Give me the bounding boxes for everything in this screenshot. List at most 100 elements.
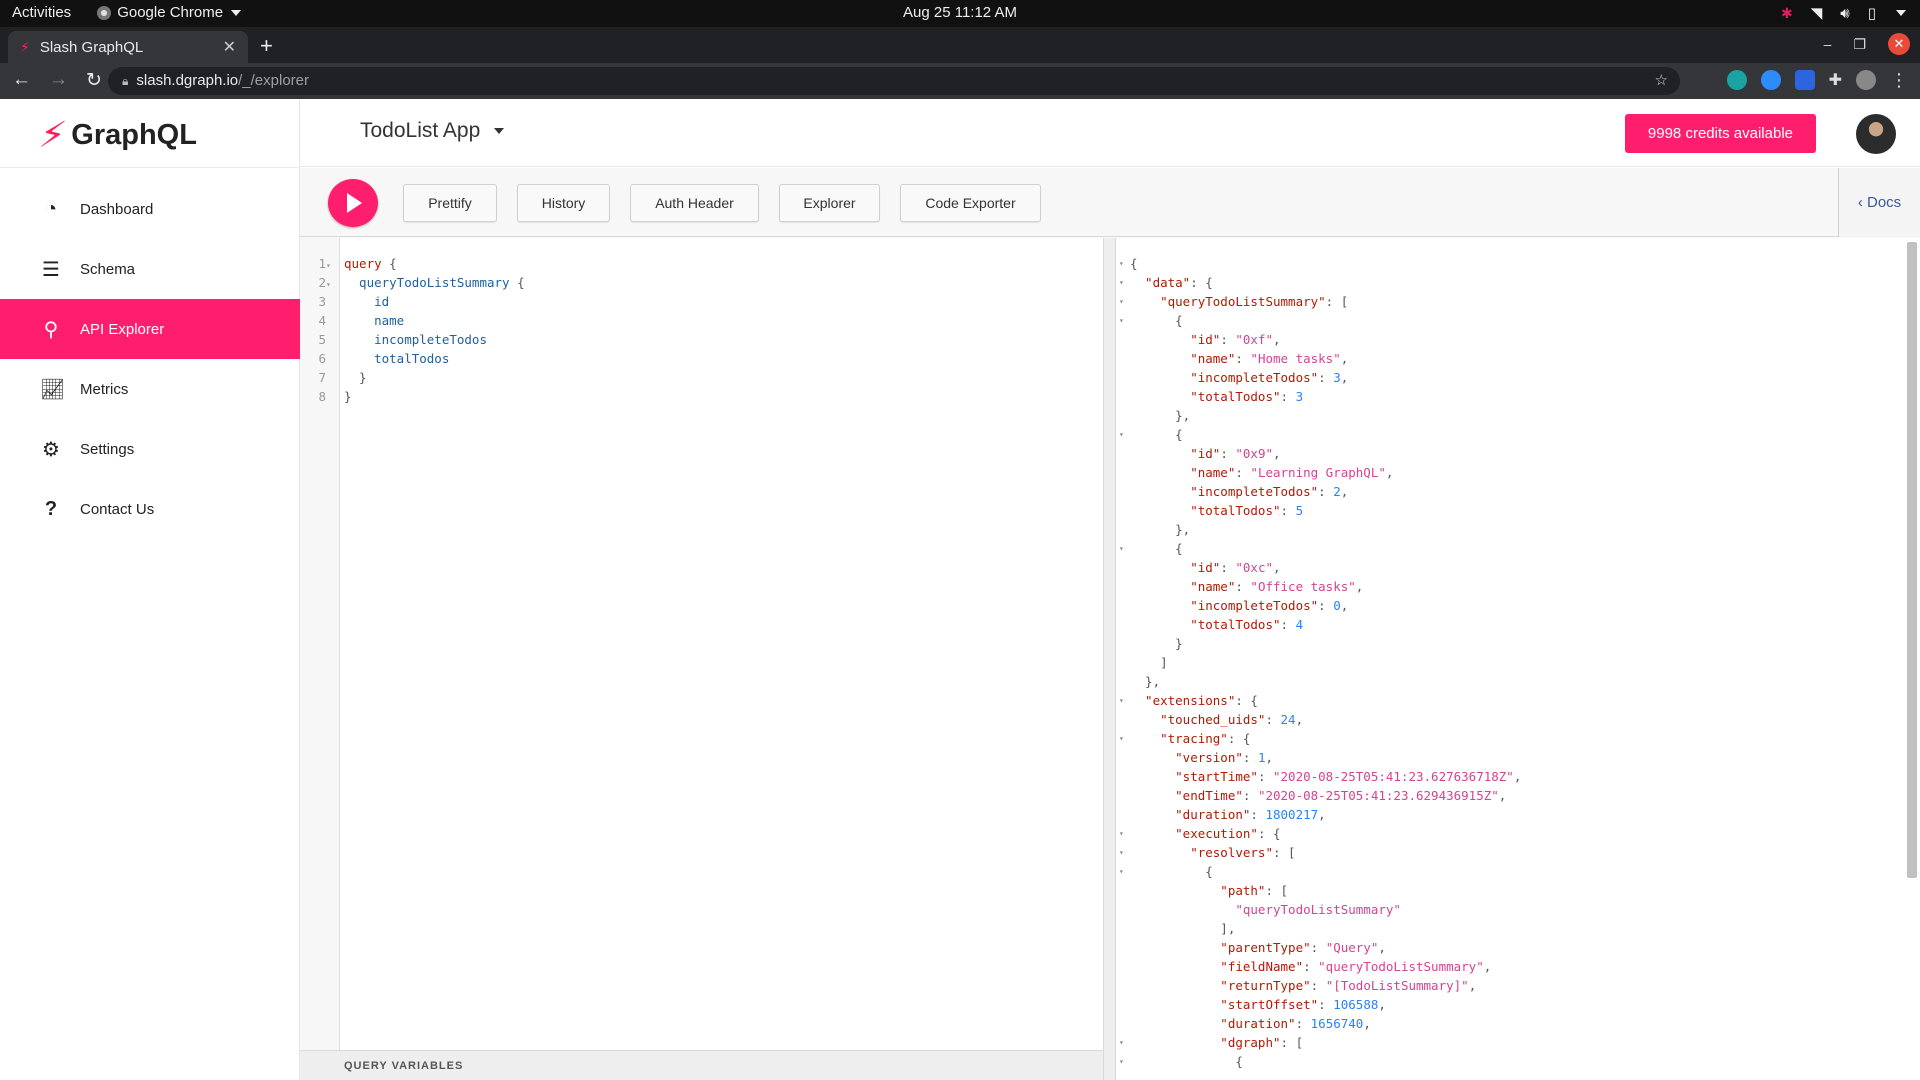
fold-arrow-icon[interactable]: ▾ <box>1119 292 1124 311</box>
result-text: "id": "0x9", <box>1130 446 1281 461</box>
auth-header-button[interactable]: Auth Header <box>630 184 759 222</box>
zoom-extension-icon[interactable] <box>1794 70 1815 90</box>
sidebar-item-contact-us[interactable]: ? Contact Us <box>0 479 300 539</box>
fold-arrow-icon[interactable]: ▾ <box>1119 254 1124 273</box>
code-exporter-button[interactable]: Code Exporter <box>900 184 1041 222</box>
result-text: "startOffset": 106588, <box>1130 997 1386 1012</box>
browser-tab[interactable]: ⚡ Slash GraphQL ✕ <box>8 31 248 63</box>
line-number: 3 <box>318 294 326 309</box>
lock-icon[interactable]: 🔒︎ <box>122 74 128 88</box>
restore-icon[interactable]: ❐ <box>1853 36 1866 53</box>
result-text: "endTime": "2020-08-25T05:41:23.62943691… <box>1130 788 1507 803</box>
forward-icon[interactable]: → <box>49 69 68 92</box>
result-text: { <box>1130 864 1213 879</box>
chevron-left-icon: ‹ <box>1857 194 1867 211</box>
result-text: "name": "Home tasks", <box>1130 351 1349 366</box>
result-text: "duration": 1800217, <box>1130 807 1326 822</box>
explorer-button[interactable]: Explorer <box>779 184 880 222</box>
extension-icon[interactable] <box>1760 70 1781 90</box>
result-text: } <box>1130 636 1183 651</box>
result-scrollbar[interactable] <box>1907 242 1917 878</box>
fold-arrow-icon[interactable]: ▾ <box>1119 691 1124 710</box>
volume-icon[interactable]: 🔊︎ <box>1840 5 1849 22</box>
back-icon[interactable]: ← <box>12 69 31 92</box>
close-window-icon[interactable]: ✕ <box>1888 33 1910 55</box>
dashboard-icon: ◔ <box>44 197 58 220</box>
fold-arrow-icon[interactable]: ▾ <box>1119 1033 1124 1052</box>
result-text: { <box>1130 1054 1243 1069</box>
result-text: "id": "0xf", <box>1130 332 1281 347</box>
extensions-puzzle-icon[interactable]: ✚ <box>1829 70 1842 90</box>
execute-query-button[interactable] <box>328 179 378 227</box>
fold-arrow-icon[interactable]: ▾ <box>1119 311 1124 330</box>
result-text: "incompleteTodos": 3, <box>1130 370 1349 385</box>
bolt-logo-icon: ⚡ <box>36 114 69 155</box>
system-menu-chevron-icon[interactable] <box>1896 10 1906 16</box>
logo[interactable]: ⚡ GraphQL <box>36 114 196 155</box>
fold-arrow-icon[interactable]: ▾ <box>1119 425 1124 444</box>
sidebar-item-metrics[interactable]: 📈︎ Metrics <box>0 359 300 419</box>
play-icon <box>347 193 362 213</box>
fold-arrow-icon[interactable]: ▾ <box>1119 273 1124 292</box>
query-variables-toggle[interactable]: QUERY VARIABLES <box>300 1050 1103 1080</box>
result-text: "totalTodos": 4 <box>1130 617 1304 632</box>
fold-arrow-icon[interactable]: ▾ <box>1119 824 1124 843</box>
sidebar-item-api-explorer[interactable]: ⚲ API Explorer <box>0 299 300 359</box>
code-line: 5 incompleteTodos <box>300 330 487 349</box>
app-switcher[interactable]: TodoList App <box>360 119 505 143</box>
result-pane[interactable]: ▾ {▾ "data": {▾ "queryTodoListSummary": [… <box>1116 238 1920 1080</box>
line-number: 2 <box>318 275 326 290</box>
result-text: "version": 1, <box>1130 750 1274 765</box>
bookmark-star-icon[interactable]: ☆ <box>1655 67 1668 95</box>
wifi-icon[interactable]: ◥ <box>1811 4 1823 22</box>
extension-icon[interactable] <box>1726 70 1747 90</box>
reload-icon[interactable]: ↻ <box>86 69 102 92</box>
sidebar-item-label: API Explorer <box>80 320 165 338</box>
history-button[interactable]: History <box>517 184 610 222</box>
sidebar-nav: ◔ Dashboard ☰ Schema ⚲ API Explorer 📈︎ M… <box>0 179 300 539</box>
result-text: "resolvers": [ <box>1130 845 1296 860</box>
code-text: } <box>344 389 352 404</box>
profile-avatar[interactable] <box>1856 70 1876 90</box>
tab-close-icon[interactable]: ✕ <box>223 37 236 57</box>
browser-menu-icon[interactable]: ⋮ <box>1890 70 1908 90</box>
slack-icon[interactable]: ✱ <box>1781 5 1793 22</box>
url-host: slash.dgraph.io <box>136 72 239 89</box>
fold-arrow-icon[interactable]: ▾ <box>1119 729 1124 748</box>
docs-button[interactable]: ‹ Docs <box>1838 168 1920 237</box>
code-line: 7 } <box>300 368 366 387</box>
address-bar-row: ← → ↻ 🔒︎ slash.dgraph.io/_/explorer ☆ ✚ ⋮ <box>0 63 1920 99</box>
fold-arrow-icon[interactable]: ▾ <box>1119 862 1124 881</box>
result-text: "name": "Learning GraphQL", <box>1130 465 1394 480</box>
code-line: 3 id <box>300 292 389 311</box>
fold-arrow-icon[interactable]: ▾ <box>1119 539 1124 558</box>
code-text: incompleteTodos <box>344 332 487 347</box>
result-text: "parentType": "Query", <box>1130 940 1386 955</box>
divider <box>0 167 300 168</box>
prettify-button[interactable]: Prettify <box>403 184 497 222</box>
line-number: 7 <box>318 370 326 385</box>
result-text: "tracing": { <box>1130 731 1251 746</box>
minimize-icon[interactable]: – <box>1824 36 1832 52</box>
credits-button[interactable]: 9998 credits available <box>1624 114 1816 153</box>
result-text: "id": "0xc", <box>1130 560 1281 575</box>
result-text: { <box>1130 427 1183 442</box>
sidebar: ⚡ GraphQL ◔ Dashboard ☰ Schema ⚲ API Exp… <box>0 99 300 1080</box>
new-tab-icon[interactable]: + <box>260 33 273 59</box>
result-text: "fieldName": "queryTodoListSummary", <box>1130 959 1492 974</box>
fold-arrow-icon[interactable]: ▾ <box>1119 843 1124 862</box>
code-line: 1▾ query { <box>300 254 396 273</box>
url-input[interactable]: 🔒︎ slash.dgraph.io/_/explorer ☆ <box>108 67 1680 95</box>
sidebar-item-settings[interactable]: ⚙ Settings <box>0 419 300 479</box>
pane-divider[interactable] <box>1103 238 1116 1080</box>
avatar[interactable] <box>1856 114 1896 154</box>
graphiql-toolbar: Prettify History Auth Header Explorer Co… <box>300 168 1920 237</box>
clock[interactable]: Aug 25 11:12 AM <box>0 4 1920 21</box>
sidebar-item-schema[interactable]: ☰ Schema <box>0 239 300 299</box>
query-editor[interactable]: 1▾ query {2▾ queryTodoListSummary {3 id 4 … <box>300 238 1103 1050</box>
fold-arrow-icon[interactable]: ▾ <box>1119 1052 1124 1071</box>
sidebar-item-dashboard[interactable]: ◔ Dashboard <box>0 179 300 239</box>
result-text: ] <box>1130 655 1168 670</box>
battery-icon[interactable]: ▯ <box>1868 4 1876 22</box>
query-code[interactable]: 1▾ query {2▾ queryTodoListSummary {3 id 4 … <box>300 254 524 406</box>
